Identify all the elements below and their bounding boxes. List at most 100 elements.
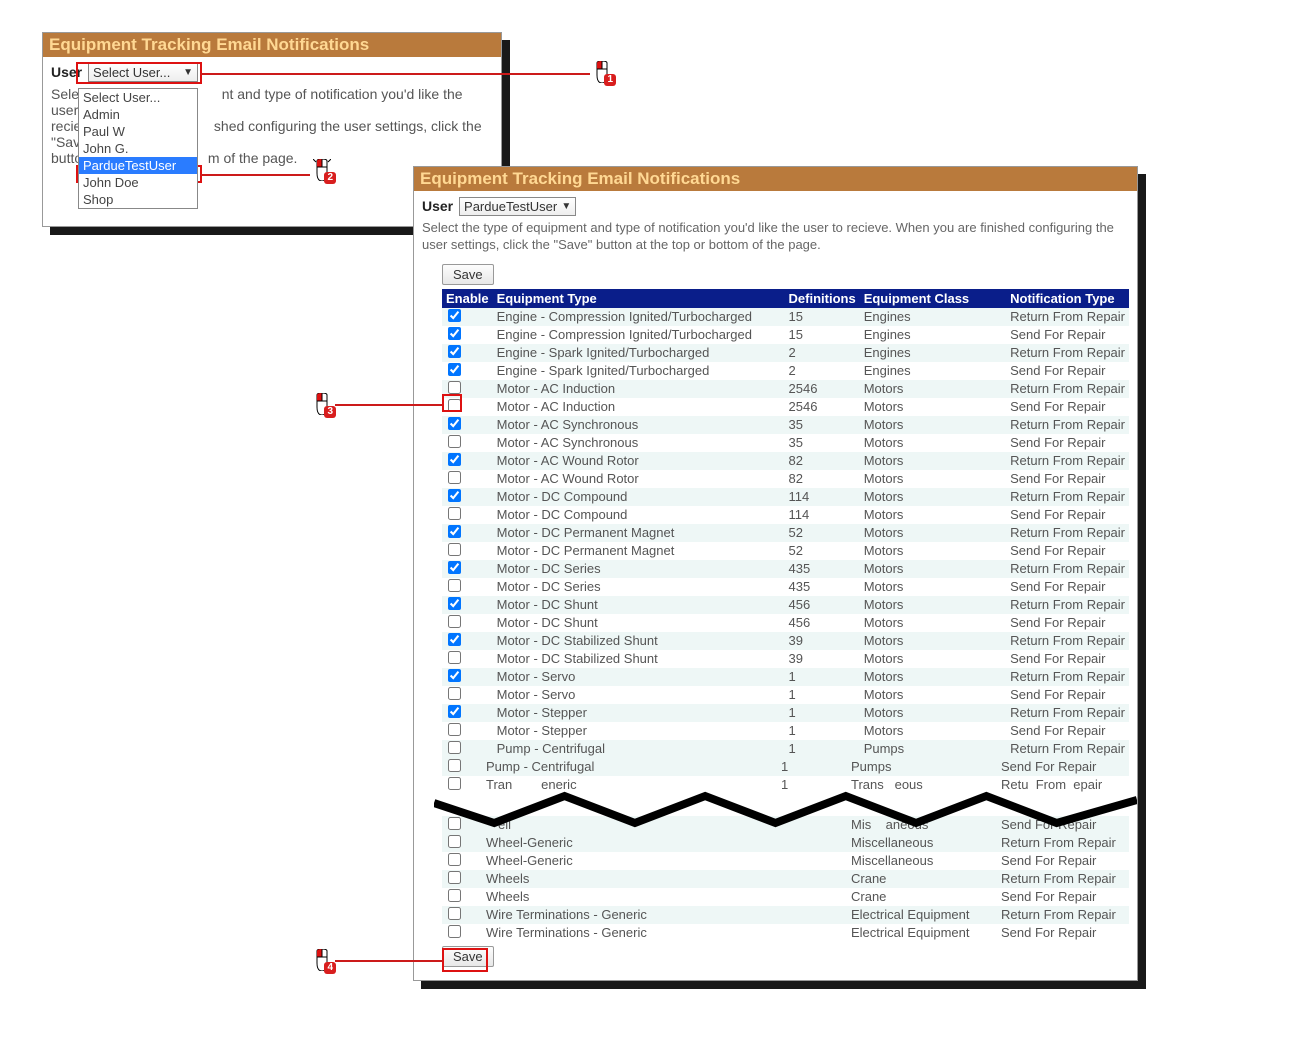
- table-row: Wire Terminations - GenericElectrical Eq…: [442, 906, 1129, 924]
- user-dropdown-option[interactable]: Shop: [79, 191, 197, 208]
- enable-checkbox[interactable]: [448, 489, 461, 502]
- enable-checkbox[interactable]: [448, 871, 461, 884]
- enable-checkbox[interactable]: [448, 723, 461, 736]
- cell-notif: Return From Repair: [1006, 452, 1129, 470]
- user-dropdown-option[interactable]: Paul W: [79, 123, 197, 140]
- cell-notif: Return From Repair: [1006, 344, 1129, 362]
- enable-checkbox[interactable]: [448, 435, 461, 448]
- callout-line-1: [200, 73, 590, 75]
- cell-defs: [777, 906, 847, 924]
- cell-defs: 52: [785, 542, 860, 560]
- save-button-bottom[interactable]: Save: [442, 946, 494, 967]
- cell-type: Motor - AC Induction: [493, 380, 785, 398]
- save-button-top[interactable]: Save: [442, 264, 494, 285]
- instruction-frag: m of the page.: [208, 150, 298, 166]
- cell-defs: 435: [785, 578, 860, 596]
- cell-defs: 15: [785, 308, 860, 326]
- cell-notif: Send For Repair: [1006, 722, 1129, 740]
- enable-checkbox[interactable]: [448, 453, 461, 466]
- enable-checkbox[interactable]: [448, 889, 461, 902]
- user-dropdown-option[interactable]: PardueTestUser: [79, 157, 197, 174]
- table-row: Motor - DC Stabilized Shunt39MotorsSend …: [442, 650, 1129, 668]
- cell-notif: Return From Repair: [1006, 416, 1129, 434]
- table-row: Motor - DC Shunt456MotorsSend For Repair: [442, 614, 1129, 632]
- user-dropdown-option[interactable]: Admin: [79, 106, 197, 123]
- user-dropdown-list[interactable]: Select User...AdminPaul WJohn G.PardueTe…: [78, 88, 198, 209]
- cell-type: Motor - DC Shunt: [493, 596, 785, 614]
- cell-class: Motors: [860, 434, 1006, 452]
- cell-class: Motors: [860, 380, 1006, 398]
- enable-checkbox[interactable]: [448, 345, 461, 358]
- cell-type: Motor - Stepper: [493, 704, 785, 722]
- table-row: Motor - AC Induction2546MotorsReturn Fro…: [442, 380, 1129, 398]
- cell-type: Engine - Spark Ignited/Turbocharged: [493, 344, 785, 362]
- enable-checkbox[interactable]: [448, 705, 461, 718]
- enable-checkbox[interactable]: [448, 669, 461, 682]
- callout-number: 3: [324, 406, 336, 418]
- cell-type: Motor - AC Synchronous: [493, 434, 785, 452]
- enable-checkbox[interactable]: [448, 507, 461, 520]
- cell-type: Wheel-Generic: [482, 852, 777, 870]
- enable-checkbox[interactable]: [448, 597, 461, 610]
- enable-checkbox[interactable]: [448, 741, 461, 754]
- enable-checkbox[interactable]: [448, 561, 461, 574]
- cell-defs: 114: [785, 506, 860, 524]
- enable-checkbox[interactable]: [448, 327, 461, 340]
- enable-checkbox[interactable]: [448, 399, 461, 412]
- enable-checkbox[interactable]: [448, 615, 461, 628]
- col-notif: Notification Type: [1006, 289, 1129, 308]
- enable-checkbox[interactable]: [448, 925, 461, 938]
- enable-checkbox[interactable]: [448, 835, 461, 848]
- enable-checkbox[interactable]: [448, 579, 461, 592]
- enable-checkbox[interactable]: [448, 853, 461, 866]
- cell-notif: Send For Repair: [997, 924, 1129, 942]
- enable-checkbox[interactable]: [448, 309, 461, 322]
- table-row: Engine - Compression Ignited/Turbocharge…: [442, 326, 1129, 344]
- cell-notif: Send For Repair: [997, 852, 1129, 870]
- enable-checkbox[interactable]: [448, 471, 461, 484]
- cell-type: Pump - Centrifugal: [482, 758, 777, 776]
- cell-class: Crane: [847, 888, 997, 906]
- enable-checkbox[interactable]: [448, 633, 461, 646]
- cell-notif: Send For Repair: [1006, 686, 1129, 704]
- cell-defs: 2: [785, 344, 860, 362]
- enable-checkbox[interactable]: [448, 543, 461, 556]
- cell-notif: Return From Repair: [1006, 596, 1129, 614]
- cell-defs: 456: [785, 596, 860, 614]
- cell-class: Motors: [860, 542, 1006, 560]
- enable-checkbox[interactable]: [448, 759, 461, 772]
- torn-edge: [434, 794, 1137, 822]
- enable-checkbox[interactable]: [448, 525, 461, 538]
- table-row: Motor - AC Synchronous35MotorsReturn Fro…: [442, 416, 1129, 434]
- user-select-2[interactable]: PardueTestUser ▼: [459, 197, 576, 216]
- cell-type: Motor - Stepper: [493, 722, 785, 740]
- cell-type: Engine - Spark Ignited/Turbocharged: [493, 362, 785, 380]
- table-row: Motor - Servo1MotorsReturn From Repair: [442, 668, 1129, 686]
- user-dropdown-option[interactable]: John Doe: [79, 174, 197, 191]
- cell-type: Motor - AC Induction: [493, 398, 785, 416]
- cell-defs: [777, 834, 847, 852]
- enable-checkbox[interactable]: [448, 651, 461, 664]
- user-dropdown-option[interactable]: John G.: [79, 140, 197, 157]
- panel-1-title: Equipment Tracking Email Notifications: [43, 33, 501, 57]
- col-class: Equipment Class: [860, 289, 1006, 308]
- cell-class: Motors: [860, 686, 1006, 704]
- enable-checkbox[interactable]: [448, 363, 461, 376]
- cell-defs: 15: [785, 326, 860, 344]
- enable-checkbox[interactable]: [448, 687, 461, 700]
- cell-notif: Return From Repair: [1006, 560, 1129, 578]
- enable-checkbox[interactable]: [448, 381, 461, 394]
- callout-number: 1: [604, 74, 616, 86]
- enable-checkbox[interactable]: [448, 907, 461, 920]
- enable-checkbox[interactable]: [448, 417, 461, 430]
- cell-class: Motors: [860, 578, 1006, 596]
- user-dropdown-option[interactable]: Select User...: [79, 89, 197, 106]
- cell-defs: 1: [785, 704, 860, 722]
- cell-type: Motor - DC Compound: [493, 506, 785, 524]
- user-select[interactable]: Select User... ▼: [88, 63, 198, 82]
- cell-notif: Return From Repair: [997, 906, 1129, 924]
- cell-type: Motor - DC Series: [493, 578, 785, 596]
- notifications-table: Enable Equipment Type Definitions Equipm…: [442, 289, 1129, 758]
- cell-defs: 435: [785, 560, 860, 578]
- cell-class: Motors: [860, 722, 1006, 740]
